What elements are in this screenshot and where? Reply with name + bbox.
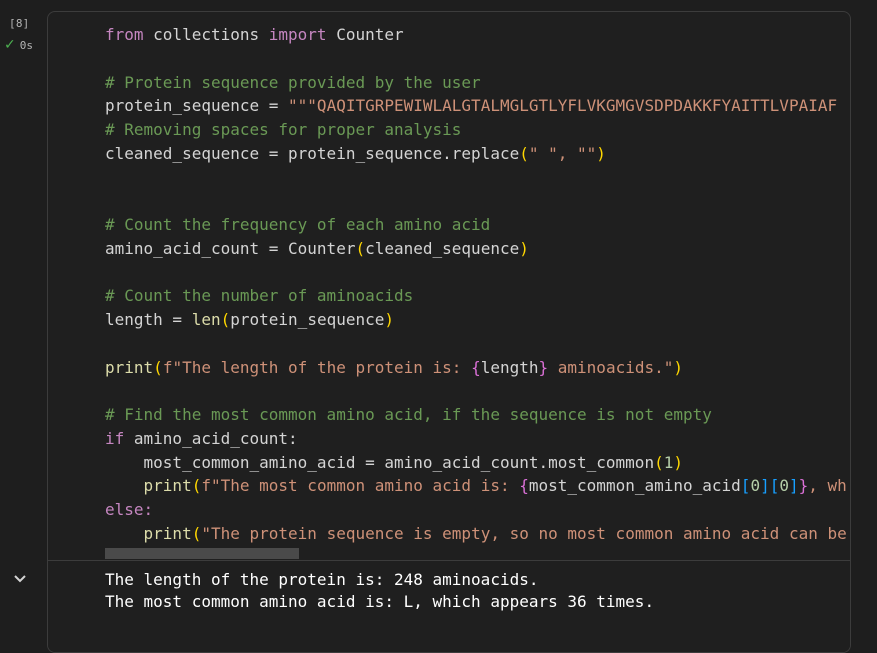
code-line-20: print(f"The most common amino acid is: {… — [143, 476, 847, 495]
code-line-4: protein_sequence = """QAQITGRPEWIWLALGTA… — [105, 96, 838, 115]
code-line-17: # Find the most common amino acid, if th… — [105, 405, 712, 424]
code-line-6: cleaned_sequence = protein_sequence.repl… — [105, 144, 606, 163]
execution-count: [8] — [9, 17, 30, 30]
run-time: 0s — [19, 38, 33, 52]
code-line-13: length = len(protein_sequence) — [105, 310, 395, 329]
horizontal-scrollbar[interactable] — [105, 548, 299, 559]
execution-status: ✓ 0s — [4, 38, 33, 52]
code-cell[interactable]: from collections import Counter # Protei… — [47, 11, 851, 653]
output-line-2: The most common amino acid is: L, which … — [105, 592, 655, 611]
code-line-3: # Protein sequence provided by the user — [105, 73, 481, 92]
code-line-9: # Count the frequency of each amino acid — [105, 215, 491, 234]
code-line-12: # Count the number of aminoacids — [105, 286, 414, 305]
code-line-18: if amino_acid_count: — [105, 429, 298, 448]
code-line-1: from collections import Counter — [105, 25, 404, 44]
code-line-15: print(f"The length of the protein is: {l… — [105, 358, 684, 377]
collapse-output-button[interactable] — [10, 569, 30, 589]
chevron-down-icon — [14, 575, 26, 583]
cell-output: The length of the protein is: 248 aminoa… — [48, 560, 850, 652]
code-line-22: print("The protein sequence is empty, so… — [143, 524, 847, 543]
code-line-19: most_common_amino_acid = amino_acid_coun… — [105, 453, 683, 472]
code-editor[interactable]: from collections import Counter # Protei… — [48, 12, 850, 559]
check-icon: ✓ — [4, 37, 16, 53]
code-line-10: amino_acid_count = Counter(cleaned_seque… — [105, 239, 529, 258]
code-line-21: else: — [105, 500, 154, 519]
output-line-1: The length of the protein is: 248 aminoa… — [105, 570, 539, 589]
cell-gutter: [8] ✓ 0s — [0, 0, 48, 620]
code-line-5: # Removing spaces for proper analysis — [105, 120, 462, 139]
